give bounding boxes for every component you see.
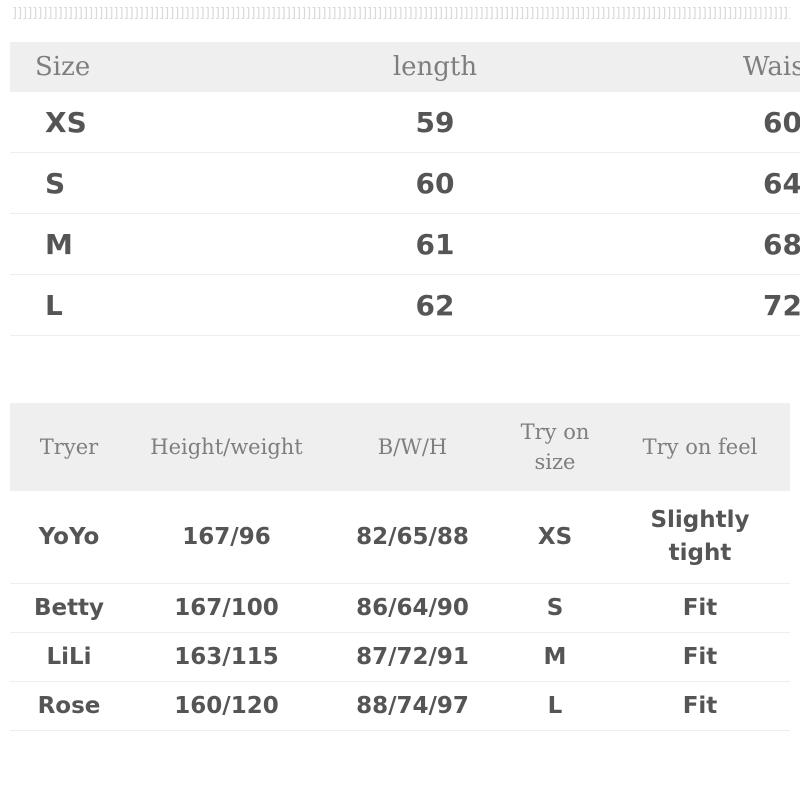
cell-waist: 72 xyxy=(763,288,800,322)
cell-height-weight: 160/120 xyxy=(174,692,279,719)
table-row: S 60 64 xyxy=(10,153,800,214)
size-chart-col-header-size: Size xyxy=(35,52,91,82)
cell-try-on-feel: Fit xyxy=(682,692,718,719)
cell-height-weight: 167/100 xyxy=(174,594,279,621)
cell-bwh: 87/72/91 xyxy=(356,643,469,670)
cell-height-weight: 167/96 xyxy=(182,523,271,550)
tryer-chart-header-row: Tryer Height/weight B/W/H Try on size Tr… xyxy=(10,403,790,491)
cell-tryer: LiLi xyxy=(46,643,92,670)
table-row: Rose 160/120 88/74/97 L Fit xyxy=(10,682,790,731)
table-row: M 61 68 xyxy=(10,214,800,275)
cell-try-on-feel: Fit xyxy=(682,643,718,670)
table-row: L 62 72 xyxy=(10,275,800,336)
tryer-chart-body: YoYo 167/96 82/65/88 XS Slightly tight B… xyxy=(10,491,790,731)
cell-tryer: YoYo xyxy=(38,523,100,550)
try-on-feel-line2: tight xyxy=(668,540,732,566)
cell-try-on-size: S xyxy=(546,594,564,621)
cell-try-on-feel: Slightly tight xyxy=(610,491,790,584)
cell-size: M xyxy=(45,227,73,261)
cell-height-weight: 163/115 xyxy=(174,643,279,670)
try-on-size-header-line1: Try on xyxy=(520,420,590,444)
size-chart-table: Size length Waist XS 59 60 S 60 64 M 61 … xyxy=(10,42,800,336)
cell-try-on-size: XS xyxy=(537,523,573,550)
size-guide-page: ]]]]]]]]]]]]]]]]]]]]]]]]]]]]]]]]]]]]]]]]… xyxy=(0,0,800,800)
table-row: XS 59 60 xyxy=(10,92,800,153)
cell-length: 59 xyxy=(415,105,455,139)
try-on-feel-line1: Slightly xyxy=(650,507,750,533)
cell-bwh: 88/74/97 xyxy=(356,692,469,719)
try-on-size-header-line2: size xyxy=(534,450,576,474)
tryer-chart-col-header-tryer: Tryer xyxy=(39,435,99,459)
table-row: LiLi 163/115 87/72/91 M Fit xyxy=(10,633,790,682)
top-serrated-border-decoration: ]]]]]]]]]]]]]]]]]]]]]]]]]]]]]]]]]]]]]]]]… xyxy=(12,7,790,20)
cell-bwh: 86/64/90 xyxy=(356,594,469,621)
cell-length: 60 xyxy=(415,166,455,200)
size-chart-header-row: Size length Waist xyxy=(10,42,800,92)
size-chart-header: Size length Waist xyxy=(10,42,800,92)
tryer-chart-col-header-bwh: B/W/H xyxy=(377,435,448,459)
cell-try-on-size: L xyxy=(547,692,563,719)
cell-size: L xyxy=(45,288,63,322)
cell-waist: 68 xyxy=(763,227,800,261)
cell-size: XS xyxy=(45,105,87,139)
cell-try-on-size: M xyxy=(543,643,567,670)
cell-bwh: 82/65/88 xyxy=(356,523,469,550)
tryer-chart-col-header-height-weight: Height/weight xyxy=(150,435,303,459)
tryer-chart-col-header-try-on-size: Try on size xyxy=(500,403,610,491)
size-chart-col-header-waist: Waist xyxy=(742,52,800,82)
cell-length: 61 xyxy=(415,227,455,261)
cell-tryer: Betty xyxy=(33,594,105,621)
size-chart-body: XS 59 60 S 60 64 M 61 68 L 62 72 xyxy=(10,92,800,336)
tryer-chart-table: Tryer Height/weight B/W/H Try on size Tr… xyxy=(10,403,790,731)
table-row: Betty 167/100 86/64/90 S Fit xyxy=(10,584,790,633)
cell-waist: 64 xyxy=(763,166,800,200)
cell-try-on-feel: Fit xyxy=(682,594,718,621)
cell-size: S xyxy=(45,166,66,200)
tryer-chart-header: Tryer Height/weight B/W/H Try on size Tr… xyxy=(10,403,790,491)
table-row: YoYo 167/96 82/65/88 XS Slightly tight xyxy=(10,491,790,584)
cell-tryer: Rose xyxy=(37,692,101,719)
cell-waist: 60 xyxy=(763,105,800,139)
tryer-chart-col-header-try-on-feel: Try on feel xyxy=(642,435,758,459)
cell-length: 62 xyxy=(415,288,455,322)
size-chart-col-header-length: length xyxy=(392,52,478,82)
